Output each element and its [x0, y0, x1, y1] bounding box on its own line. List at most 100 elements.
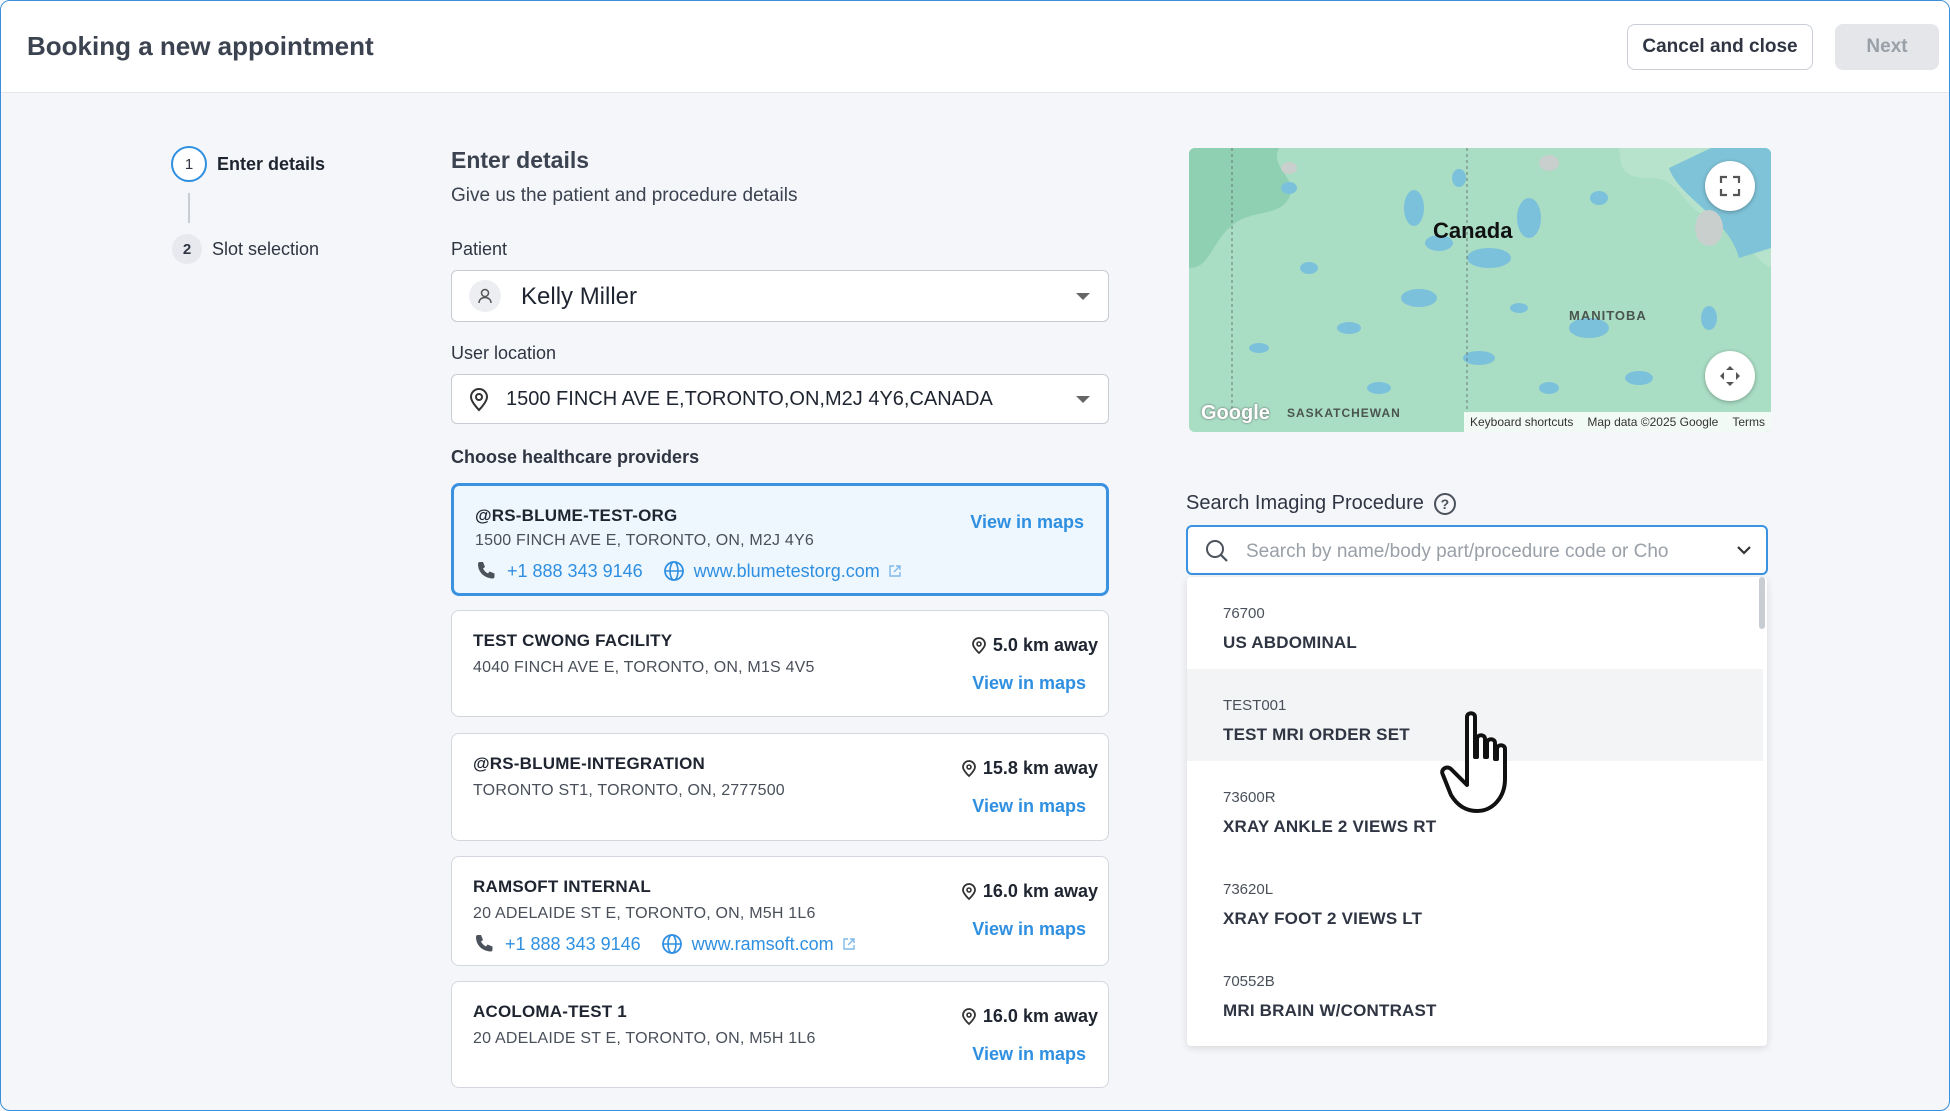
- step-enter-details[interactable]: 1 Enter details: [171, 146, 325, 182]
- provider-map[interactable]: Canada MANITOBA SASKATCHEWAN Google Keyb…: [1189, 148, 1771, 432]
- map-region-label: MANITOBA: [1569, 308, 1647, 323]
- map-data-credit: Map data ©2025 Google: [1587, 415, 1719, 429]
- provider-address: TORONTO ST1, TORONTO, ON, 2777500: [473, 782, 785, 799]
- provider-contact: +1 888 343 9146 www.blumetestorg.com: [475, 560, 902, 582]
- procedure-code: TEST001: [1223, 697, 1287, 714]
- procedure-option[interactable]: 76700 US ABDOMINAL: [1187, 577, 1763, 669]
- phone-icon: [473, 933, 495, 955]
- globe-icon: [663, 560, 685, 582]
- procedure-name: TEST MRI ORDER SET: [1223, 725, 1410, 744]
- location-label: User location: [451, 343, 557, 363]
- provider-name: @RS-BLUME-INTEGRATION: [473, 754, 705, 773]
- step-label: Slot selection: [212, 238, 320, 259]
- provider-website-link[interactable]: www.blumetestorg.com: [694, 561, 880, 582]
- provider-name: ACOLOMA-TEST 1: [473, 1002, 627, 1021]
- cancel-and-close-button[interactable]: Cancel and close: [1627, 24, 1813, 70]
- provider-contact: +1 888 343 9146 www.ramsoft.com: [473, 933, 856, 955]
- provider-card[interactable]: TEST CWONG FACILITY 4040 FINCH AVE E, TO…: [451, 610, 1109, 717]
- header-bar: Booking a new appointment Cancel and clo…: [1, 1, 1949, 93]
- chevron-down-icon[interactable]: [1736, 544, 1752, 556]
- procedure-code: 76700: [1223, 605, 1265, 622]
- chevron-down-icon: [1076, 293, 1090, 300]
- provider-distance: 16.0 km away: [961, 1006, 1098, 1027]
- provider-card[interactable]: ACOLOMA-TEST 1 20 ADELAIDE ST E, TORONTO…: [451, 981, 1109, 1088]
- pan-arrows-icon: [1720, 366, 1740, 386]
- section-title: Enter details: [451, 147, 590, 173]
- procedure-option[interactable]: 70552B MRI BRAIN W/CONTRAST: [1187, 945, 1763, 1037]
- booking-dialog: Booking a new appointment Cancel and clo…: [0, 0, 1950, 1111]
- procedure-code: 73600R: [1223, 789, 1276, 806]
- page-title: Booking a new appointment: [27, 31, 374, 61]
- provider-card-selected[interactable]: @RS-BLUME-TEST-ORG 1500 FINCH AVE E, TOR…: [451, 483, 1109, 596]
- chevron-down-icon: [1076, 396, 1090, 403]
- section-subtitle: Give us the patient and procedure detail…: [451, 185, 798, 206]
- provider-distance: 16.0 km away: [961, 881, 1098, 902]
- map-terrain: [1189, 148, 1771, 432]
- fullscreen-button[interactable]: [1705, 161, 1755, 211]
- location-pin-icon: [972, 636, 986, 654]
- provider-website-link[interactable]: www.ramsoft.com: [692, 934, 834, 955]
- procedure-code: 73620L: [1223, 881, 1274, 898]
- patient-value: Kelly Miller: [521, 283, 638, 310]
- patient-label: Patient: [451, 239, 508, 259]
- external-link-icon: [842, 937, 856, 951]
- view-in-maps-link[interactable]: View in maps: [970, 512, 1084, 533]
- terms-link[interactable]: Terms: [1732, 415, 1765, 429]
- globe-icon: [661, 933, 683, 955]
- provider-distance: 5.0 km away: [971, 635, 1098, 656]
- map-footer: Keyboard shortcuts Map data ©2025 Google…: [1464, 412, 1771, 432]
- location-pin-icon: [962, 882, 976, 900]
- distance-value: 16.0 km away: [982, 881, 1098, 901]
- search-procedure-label: Search Imaging Procedure ?: [1186, 492, 1456, 515]
- distance-value: 5.0 km away: [992, 635, 1098, 655]
- phone-icon: [475, 560, 497, 582]
- procedure-name: MRI BRAIN W/CONTRAST: [1223, 1001, 1437, 1020]
- map-region-label: SASKATCHEWAN: [1287, 406, 1401, 420]
- procedure-search-input[interactable]: Search by name/body part/procedure code …: [1186, 525, 1768, 575]
- map-country-label: Canada: [1433, 218, 1513, 243]
- search-label-text: Search Imaging Procedure: [1186, 492, 1424, 514]
- distance-value: 15.8 km away: [982, 758, 1098, 778]
- procedure-name: XRAY ANKLE 2 VIEWS RT: [1223, 817, 1437, 836]
- step-number: 1: [171, 146, 207, 182]
- provider-card[interactable]: @RS-BLUME-INTEGRATION TORONTO ST1, TORON…: [451, 733, 1109, 841]
- provider-card[interactable]: RAMSOFT INTERNAL 20 ADELAIDE ST E, TORON…: [451, 856, 1109, 966]
- external-link-icon: [888, 564, 902, 578]
- help-icon[interactable]: ?: [1433, 492, 1456, 515]
- location-select[interactable]: 1500 FINCH AVE E,TORONTO,ON,M2J 4Y6,CANA…: [451, 374, 1109, 424]
- step-number: 2: [172, 234, 202, 264]
- step-slot-selection[interactable]: 2 Slot selection: [172, 234, 319, 264]
- provider-address: 20 ADELAIDE ST E, TORONTO, ON, M5H 1L6: [473, 1030, 816, 1047]
- provider-address: 1500 FINCH AVE E, TORONTO, ON, M2J 4Y6: [475, 532, 814, 549]
- location-value: 1500 FINCH AVE E,TORONTO,ON,M2J 4Y6,CANA…: [506, 388, 993, 410]
- provider-phone-link[interactable]: +1 888 343 9146: [507, 561, 643, 582]
- hand-pointer-cursor-icon: [1440, 711, 1507, 813]
- providers-label: Choose healthcare providers: [451, 447, 700, 467]
- provider-name: RAMSOFT INTERNAL: [473, 877, 651, 896]
- provider-address: 20 ADELAIDE ST E, TORONTO, ON, M5H 1L6: [473, 905, 816, 922]
- next-button[interactable]: Next: [1835, 24, 1939, 70]
- provider-phone-link[interactable]: +1 888 343 9146: [505, 934, 641, 955]
- step-connector: [188, 193, 190, 223]
- map-pan-control[interactable]: [1705, 351, 1755, 401]
- location-pin-icon: [962, 1007, 976, 1025]
- location-pin-icon: [962, 759, 976, 777]
- view-in-maps-link[interactable]: View in maps: [972, 796, 1086, 817]
- provider-name: @RS-BLUME-TEST-ORG: [475, 506, 678, 525]
- distance-value: 16.0 km away: [982, 1006, 1098, 1026]
- search-icon: [1206, 540, 1228, 562]
- provider-address: 4040 FINCH AVE E, TORONTO, ON, M1S 4V5: [473, 659, 815, 676]
- view-in-maps-link[interactable]: View in maps: [972, 673, 1086, 694]
- keyboard-shortcuts-link[interactable]: Keyboard shortcuts: [1470, 415, 1573, 429]
- search-placeholder: Search by name/body part/procedure code …: [1246, 541, 1669, 562]
- procedure-name: XRAY FOOT 2 VIEWS LT: [1223, 909, 1423, 928]
- provider-distance: 15.8 km away: [961, 758, 1098, 779]
- view-in-maps-link[interactable]: View in maps: [972, 919, 1086, 940]
- provider-name: TEST CWONG FACILITY: [473, 631, 673, 650]
- location-pin-icon: [466, 386, 492, 412]
- google-logo: Google: [1201, 402, 1270, 424]
- view-in-maps-link[interactable]: View in maps: [972, 1044, 1086, 1065]
- patient-select[interactable]: Kelly Miller: [451, 270, 1109, 322]
- person-icon: [469, 280, 501, 312]
- procedure-option[interactable]: 73620L XRAY FOOT 2 VIEWS LT: [1187, 853, 1763, 945]
